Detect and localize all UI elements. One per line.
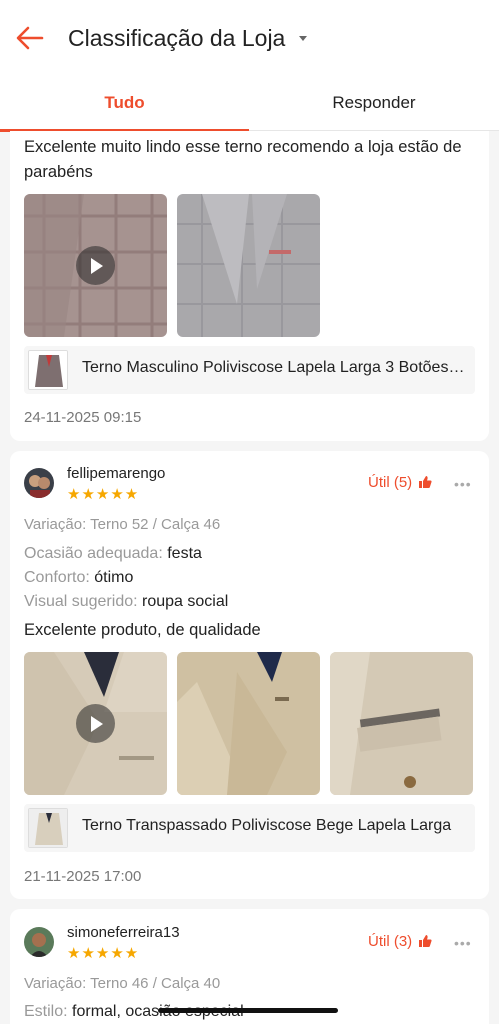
review-card: fellipemarengo ★★★★★ Útil (5) ••• Variaç… bbox=[10, 451, 489, 899]
review-video-thumbnail[interactable] bbox=[24, 194, 167, 337]
useful-button[interactable]: Útil (5) bbox=[368, 474, 432, 491]
attribute-row: Visual sugerido: roupa social bbox=[24, 590, 228, 614]
review-image-thumbnail[interactable] bbox=[177, 194, 320, 337]
username: fellipemarengo bbox=[67, 465, 166, 482]
useful-count: Útil (5) bbox=[368, 474, 413, 491]
home-indicator[interactable] bbox=[158, 1008, 338, 1013]
grey-suit-image bbox=[177, 194, 320, 337]
attribute-value: ótimo bbox=[94, 569, 134, 586]
attribute-label: Ocasião adequada: bbox=[24, 545, 163, 562]
variation: Variação: Terno 46 / Calça 40 bbox=[24, 975, 221, 992]
user-avatar-image bbox=[24, 468, 54, 498]
product-link[interactable]: Terno Masculino Poliviscose Lapela Larga… bbox=[24, 346, 475, 394]
user-avatar-image bbox=[24, 927, 54, 957]
variation: Variação: Terno 52 / Calça 46 bbox=[24, 516, 221, 533]
attribute-value: festa bbox=[167, 545, 202, 562]
product-link[interactable]: Terno Transpassado Poliviscose Bege Lape… bbox=[24, 804, 475, 852]
attribute-label: Visual sugerido: bbox=[24, 593, 138, 610]
useful-count: Útil (3) bbox=[368, 933, 413, 950]
attribute-row: Ocasião adequada: festa bbox=[24, 542, 202, 566]
rating-stars: ★★★★★ bbox=[67, 486, 140, 503]
rating-stars: ★★★★★ bbox=[67, 945, 140, 962]
review-date: 21-11-2025 17:00 bbox=[24, 868, 142, 885]
suit-product-image bbox=[29, 351, 67, 389]
review-card: Excelente muito lindo esse terno recomen… bbox=[10, 131, 489, 441]
username: simoneferreira13 bbox=[67, 924, 180, 941]
attribute-value: roupa social bbox=[142, 593, 229, 610]
play-icon bbox=[76, 246, 115, 285]
back-arrow-icon[interactable] bbox=[12, 22, 48, 54]
more-options-icon[interactable]: ••• bbox=[454, 935, 472, 951]
caret-down-icon[interactable] bbox=[299, 36, 307, 41]
play-icon bbox=[76, 704, 115, 743]
tab-reply[interactable]: Responder bbox=[249, 78, 499, 131]
review-comment: Excelente muito lindo esse terno recomen… bbox=[24, 138, 462, 181]
attribute-row: Conforto: ótimo bbox=[24, 566, 133, 590]
tab-all-label: Tudo bbox=[104, 93, 145, 112]
review-date: 24-11-2025 09:15 bbox=[24, 409, 142, 426]
product-thumbnail bbox=[28, 350, 68, 390]
product-name: Terno Transpassado Poliviscose Bege Lape… bbox=[82, 817, 452, 834]
page: Classificação da Loja Tudo Responder Exc… bbox=[0, 0, 499, 1024]
review-image-thumbnail[interactable] bbox=[330, 652, 473, 795]
review-image-thumbnail[interactable] bbox=[177, 652, 320, 795]
avatar[interactable] bbox=[24, 927, 54, 957]
attribute-label: Estilo: bbox=[24, 1003, 68, 1020]
page-title[interactable]: Classificação da Loja bbox=[68, 25, 285, 52]
attribute-label: Conforto: bbox=[24, 569, 90, 586]
beige-suit-image bbox=[177, 652, 320, 795]
review-comment: Excelente produto, de qualidade bbox=[24, 621, 261, 639]
suit-product-image bbox=[29, 809, 67, 847]
product-thumbnail bbox=[28, 808, 68, 848]
header: Classificação da Loja bbox=[0, 0, 499, 78]
avatar[interactable] bbox=[24, 468, 54, 498]
more-options-icon[interactable]: ••• bbox=[454, 476, 472, 492]
tab-reply-label: Responder bbox=[332, 93, 416, 112]
tab-all[interactable]: Tudo bbox=[0, 78, 249, 132]
product-name: Terno Masculino Poliviscose Lapela Larga… bbox=[82, 359, 467, 376]
thumbs-up-icon bbox=[419, 476, 432, 488]
tab-bar: Tudo Responder bbox=[0, 78, 499, 132]
review-card: simoneferreira13 ★★★★★ Útil (3) ••• Vari… bbox=[10, 909, 489, 1024]
review-video-thumbnail[interactable] bbox=[24, 652, 167, 795]
useful-button[interactable]: Útil (3) bbox=[368, 933, 432, 950]
thumbs-up-icon bbox=[419, 935, 432, 947]
beige-suit-pocket-image bbox=[330, 652, 473, 795]
